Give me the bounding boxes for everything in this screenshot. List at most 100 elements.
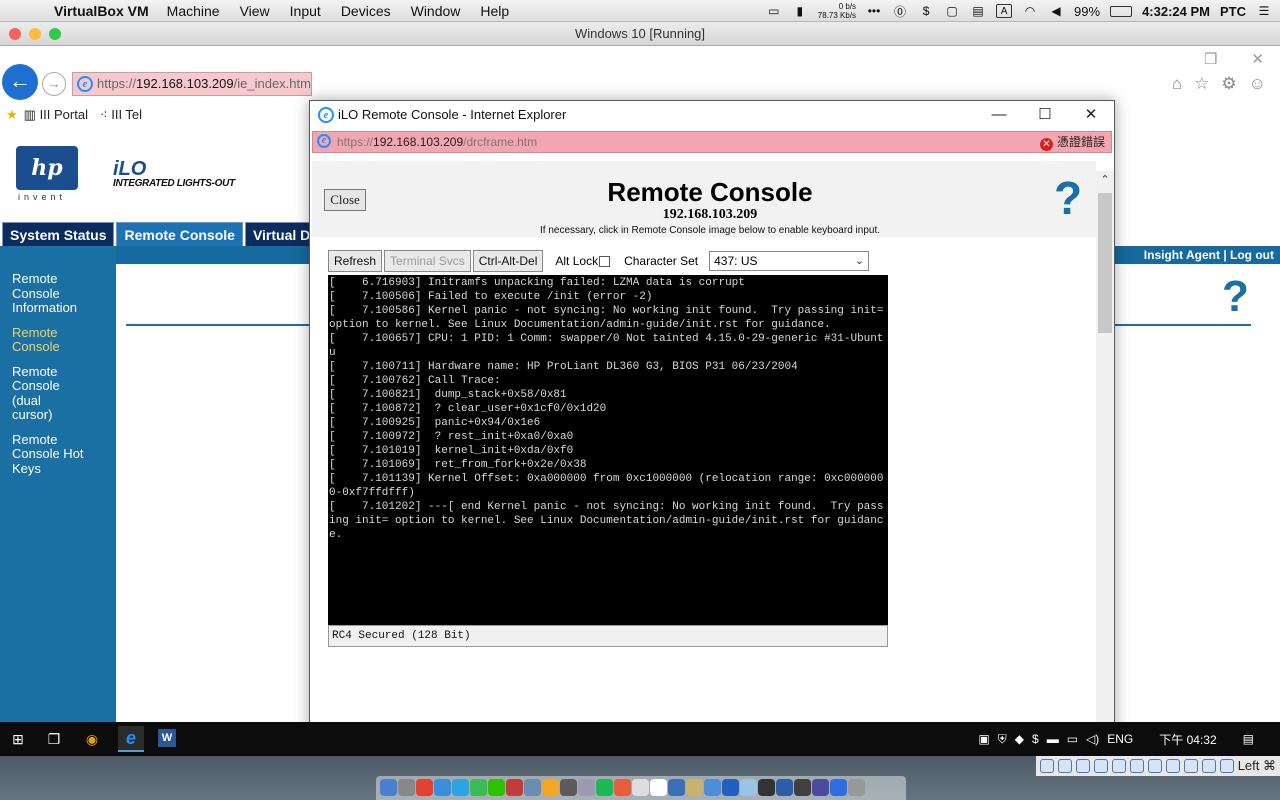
word-icon[interactable]: W (158, 729, 176, 747)
app-icon-13[interactable] (776, 779, 793, 796)
app-icon-3[interactable] (542, 779, 559, 796)
close-window-icon[interactable] (9, 28, 21, 40)
notification-center-icon[interactable]: ☰ (1256, 4, 1272, 18)
add-favorite-icon[interactable]: ★ (6, 104, 18, 126)
menubar-clock[interactable]: 4:32:24 PM (1142, 4, 1210, 19)
menu-view[interactable]: View (240, 3, 270, 19)
launchpad-icon[interactable] (398, 779, 415, 796)
refresh-button[interactable]: Refresh (328, 250, 383, 272)
app-icon-2[interactable] (524, 779, 541, 796)
menubar-timezone[interactable]: PTC (1220, 4, 1246, 19)
tab-remote-console[interactable]: Remote Console (116, 222, 243, 246)
taskbar-clock[interactable]: 下午 04:32 (1159, 731, 1216, 748)
more-icon[interactable]: ••• (866, 4, 882, 18)
network-status-icon[interactable] (1093, 759, 1108, 773)
shared-folder-status-icon[interactable] (1129, 759, 1144, 773)
help-question-icon[interactable]: ? (1054, 171, 1082, 225)
sidebar-item-remote-console[interactable]: Remote Console (0, 325, 70, 355)
clock-app-icon[interactable] (632, 779, 649, 796)
tray-volume-icon[interactable]: ◁) (1086, 732, 1099, 746)
app-icon-10[interactable] (722, 779, 739, 796)
background-address-bar[interactable]: e https://192.168.103.209/ie_index.htm (72, 72, 312, 96)
dollar-icon[interactable]: $ (918, 4, 934, 18)
finder-icon[interactable] (380, 779, 397, 796)
menu-devices[interactable]: Devices (341, 3, 391, 19)
hdd-status-icon[interactable] (1039, 759, 1054, 773)
usb-status-icon[interactable] (1111, 759, 1126, 773)
tray-power-icon[interactable]: ▬ (1047, 732, 1059, 746)
battery-percent[interactable]: 99% (1074, 4, 1100, 19)
app-icon-5[interactable] (578, 779, 595, 796)
keyboard-icon[interactable]: ▤ (970, 4, 986, 18)
audio-status-icon[interactable] (1075, 759, 1090, 773)
menu-input[interactable]: Input (290, 3, 321, 19)
keyboard-status-icon[interactable] (1219, 759, 1234, 773)
recording-status-icon[interactable] (1165, 759, 1180, 773)
spotify-icon[interactable] (596, 779, 613, 796)
scroll-up-icon[interactable]: ⌃ (1096, 173, 1114, 189)
vertical-scrollbar[interactable]: ⌃ ⌄ (1096, 171, 1114, 722)
certificate-error[interactable]: ✕ 憑證錯誤 (1039, 134, 1105, 151)
sidebar-item-rc-hot-keys[interactable]: Remote Console Hot Keys (0, 432, 92, 477)
console-screen[interactable]: [ 6.716903] Initramfs unpacking failed: … (328, 275, 888, 625)
close-icon[interactable]: ✕ (1251, 50, 1264, 68)
favorites-star-icon[interactable]: ☆ (1194, 74, 1209, 94)
vm-screen[interactable]: ← → e https://192.168.103.209/ie_index.h… (0, 46, 1280, 722)
notes-icon[interactable] (650, 779, 667, 796)
minimize-window-icon[interactable] (29, 28, 41, 40)
action-center-icon[interactable]: ▤ (1243, 732, 1254, 746)
sidebar-item-rc-dual-cursor[interactable]: Remote Console (dual cursor) (0, 364, 64, 423)
favorite-portal[interactable]: ▥ III Portal (24, 104, 88, 126)
favorite-tel[interactable]: ⁖ III Tel (100, 104, 142, 126)
memory-icon[interactable]: ▮ (792, 4, 808, 18)
tray-dropbox-icon[interactable]: ◆ (1015, 732, 1024, 746)
menu-machine[interactable]: Machine (167, 3, 220, 19)
cpu-graph-icon[interactable]: ▭ (766, 4, 782, 18)
zoom-window-icon[interactable] (49, 28, 61, 40)
chrome-icon[interactable]: ◉ (82, 729, 102, 749)
forward-arrow-icon[interactable]: → (42, 72, 66, 96)
app-icon-16[interactable] (830, 779, 847, 796)
app-icon-9[interactable] (704, 779, 721, 796)
alt-lock-checkbox[interactable] (599, 255, 611, 267)
tray-network-icon[interactable]: ▭ (1067, 732, 1078, 746)
popup-address-bar[interactable]: e https://192.168.103.209/drcframe.htm ✕… (312, 131, 1112, 153)
vertical-scroll-thumb[interactable] (1098, 193, 1112, 333)
app-icon-8[interactable] (686, 779, 703, 796)
input-source-icon[interactable]: A (996, 4, 1013, 18)
app-icon-6[interactable] (614, 779, 631, 796)
line-icon[interactable] (470, 779, 487, 796)
cpu-status-icon[interactable] (1183, 759, 1198, 773)
restore-icon[interactable]: ❐ (1204, 50, 1217, 68)
app-icon-4[interactable] (560, 779, 577, 796)
optical-status-icon[interactable] (1057, 759, 1072, 773)
safari-icon[interactable] (434, 779, 451, 796)
close-icon[interactable]: ✕ (1068, 101, 1114, 129)
app-icon-7[interactable] (668, 779, 685, 796)
sidebar-item-rc-information[interactable]: Remote Console Information (0, 271, 88, 316)
app-icon-14[interactable] (794, 779, 811, 796)
windows-start-icon[interactable]: ⊞ (8, 729, 28, 749)
back-arrow-icon[interactable]: ← (2, 64, 38, 100)
settings-gear-icon[interactable]: ⚙ (1221, 74, 1236, 94)
volume-icon[interactable]: ◀ (1048, 4, 1064, 18)
display-status-icon[interactable] (1147, 759, 1162, 773)
onepassword-icon[interactable]: ⓪ (892, 4, 908, 19)
menu-help[interactable]: Help (480, 3, 509, 19)
tab-system-status[interactable]: System Status (2, 222, 115, 246)
app-icon-11[interactable] (740, 779, 757, 796)
home-icon[interactable]: ⌂ (1172, 74, 1182, 94)
tray-language[interactable]: ENG (1107, 732, 1133, 746)
maximize-icon[interactable]: ☐ (1022, 101, 1068, 129)
chrome-dock-icon[interactable] (416, 779, 433, 796)
ctrl-alt-del-button[interactable]: Ctrl-Alt-Del (472, 250, 544, 272)
smiley-icon[interactable]: ☺ (1249, 74, 1266, 94)
help-question-icon[interactable]: ? (1222, 272, 1249, 322)
wifi-icon[interactable]: ◠ (1022, 4, 1038, 18)
terminal-svcs-button[interactable]: Terminal Svcs (384, 250, 471, 272)
app-menu-name[interactable]: VirtualBox VM (54, 3, 149, 19)
app-icon-12[interactable] (758, 779, 775, 796)
telegram-icon[interactable] (452, 779, 469, 796)
minimize-icon[interactable]: — (976, 101, 1022, 129)
chat-bubble-icon[interactable]: ▢ (944, 4, 960, 18)
